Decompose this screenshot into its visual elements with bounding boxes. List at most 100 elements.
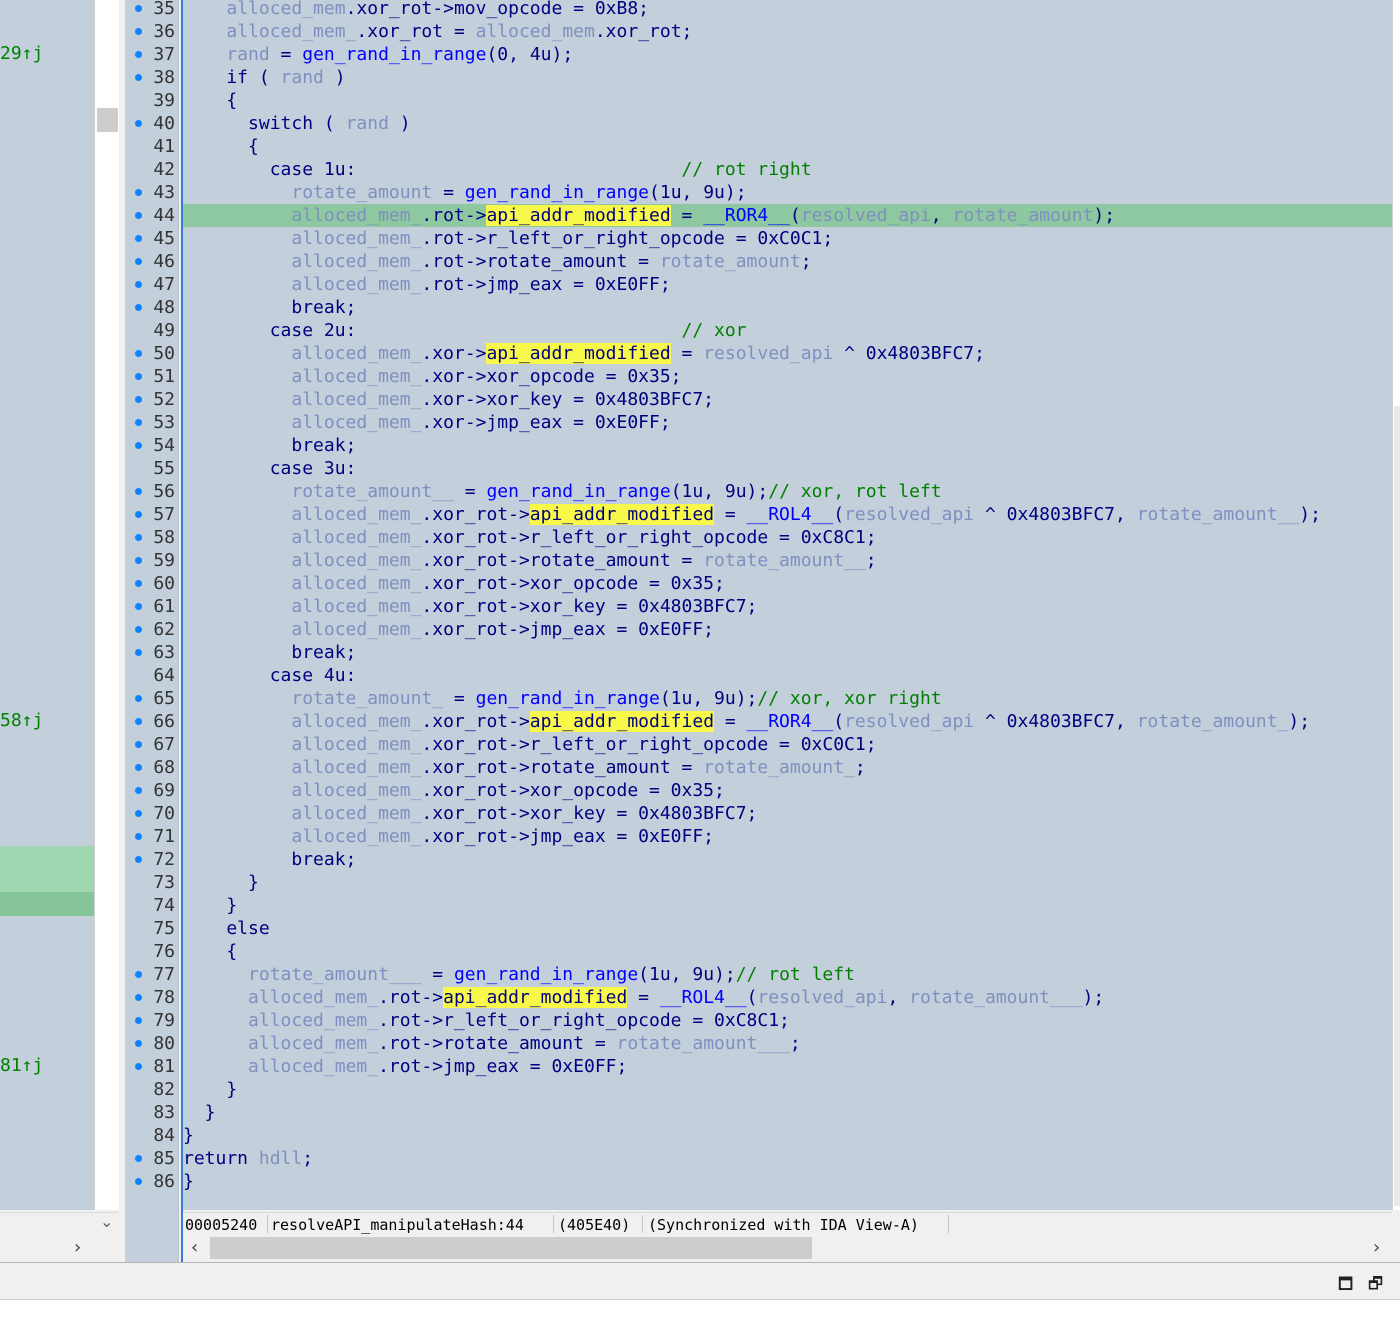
- code-line[interactable]: rotate_amount_ = gen_rand_in_range(1u, 9…: [183, 687, 1392, 710]
- breakpoint-dot-icon[interactable]: [135, 304, 142, 311]
- current-code-line[interactable]: alloced_mem_.rot->api_addr_modified = __…: [183, 204, 1392, 227]
- code-line[interactable]: break;: [183, 434, 1392, 457]
- variable-token[interactable]: rand: [226, 44, 269, 65]
- code-line[interactable]: alloced_mem_.xor_rot->r_left_or_right_op…: [183, 526, 1392, 549]
- code-line[interactable]: alloced_mem_.rot->jmp_eax = 0xE0FF;: [183, 273, 1392, 296]
- breakpoint-dot-icon[interactable]: [135, 1155, 142, 1162]
- variable-token[interactable]: rand: [281, 67, 324, 88]
- variable-token[interactable]: alloced_mem_: [248, 987, 378, 1008]
- variable-token[interactable]: resolved_api: [703, 343, 833, 364]
- chevron-right-icon[interactable]: ›: [1373, 1237, 1380, 1258]
- variable-token[interactable]: resolved_api: [801, 205, 931, 226]
- code-line[interactable]: case 3u:: [183, 457, 1392, 480]
- highlighted-identifier[interactable]: api_addr_modified: [486, 205, 671, 226]
- code-line[interactable]: alloced_mem_.xor_rot->xor_key = 0x4803BF…: [183, 802, 1392, 825]
- code-line[interactable]: case 4u:: [183, 664, 1392, 687]
- breakpoint-dot-icon[interactable]: [135, 74, 142, 81]
- variable-token[interactable]: alloced_mem_: [291, 550, 421, 571]
- xref-label[interactable]: 29↑j: [0, 43, 43, 64]
- code-line[interactable]: {: [183, 89, 1392, 112]
- variable-token[interactable]: alloced_mem: [226, 0, 345, 19]
- variable-token[interactable]: rotate_amount_: [291, 688, 443, 709]
- function-token[interactable]: __ROL4__: [660, 987, 747, 1008]
- variable-token[interactable]: rotate_amount___: [617, 1033, 790, 1054]
- breakpoint-dot-icon[interactable]: [135, 396, 142, 403]
- variable-token[interactable]: rotate_amount___: [248, 964, 421, 985]
- function-token[interactable]: __ROR4__: [747, 711, 834, 732]
- breakpoint-dot-icon[interactable]: [135, 212, 142, 219]
- code-line[interactable]: alloced_mem_.rot->jmp_eax = 0xE0FF;: [183, 1055, 1392, 1078]
- variable-token[interactable]: alloced_mem_: [291, 826, 421, 847]
- breakpoint-dot-icon[interactable]: [135, 28, 142, 35]
- code-line[interactable]: break;: [183, 848, 1392, 871]
- code-line[interactable]: rand = gen_rand_in_range(0, 4u);: [183, 43, 1392, 66]
- output-window-area[interactable]: [0, 1299, 1400, 1325]
- highlighted-identifier[interactable]: api_addr_modified: [529, 711, 715, 732]
- variable-token[interactable]: alloced_mem_: [248, 1033, 378, 1054]
- breakpoint-dot-icon[interactable]: [135, 1063, 142, 1070]
- variable-token[interactable]: alloced_mem_: [291, 205, 421, 226]
- code-line[interactable]: alloced_mem_.xor_rot->jmp_eax = 0xE0FF;: [183, 825, 1392, 848]
- breakpoint-dot-icon[interactable]: [135, 120, 142, 127]
- breakpoint-dot-icon[interactable]: [135, 281, 142, 288]
- function-token[interactable]: gen_rand_in_range: [486, 481, 670, 502]
- pseudocode-view[interactable]: alloced_mem.xor_rot->mov_opcode = 0xB8; …: [183, 0, 1392, 1210]
- variable-token[interactable]: rotate_amount: [291, 182, 432, 203]
- variable-token[interactable]: alloced_mem_: [291, 274, 421, 295]
- code-horizontal-scrollbar[interactable]: ‹ ›: [183, 1236, 1392, 1261]
- code-line[interactable]: rotate_amount___ = gen_rand_in_range(1u,…: [183, 963, 1392, 986]
- code-line[interactable]: {: [183, 135, 1392, 158]
- variable-token[interactable]: alloced_mem_: [226, 21, 356, 42]
- breakpoint-dot-icon[interactable]: [135, 1017, 142, 1024]
- breakpoint-dot-icon[interactable]: [135, 718, 142, 725]
- code-line[interactable]: alloced_mem_.rot->api_addr_modified = __…: [183, 986, 1392, 1009]
- code-line[interactable]: rotate_amount__ = gen_rand_in_range(1u, …: [183, 480, 1392, 503]
- function-token[interactable]: gen_rand_in_range: [476, 688, 660, 709]
- code-scrollbar-track[interactable]: [1394, 406, 1400, 1206]
- variable-token[interactable]: rand: [346, 113, 389, 134]
- variable-token[interactable]: rotate_amount___: [909, 987, 1082, 1008]
- variable-token[interactable]: resolved_api: [844, 711, 974, 732]
- variable-token[interactable]: alloced_mem_: [291, 596, 421, 617]
- breakpoint-dot-icon[interactable]: [135, 51, 142, 58]
- code-line[interactable]: alloced_mem_.xor_rot->xor_opcode = 0x35;: [183, 779, 1392, 802]
- variable-token[interactable]: rotate_amount: [660, 251, 801, 272]
- code-line[interactable]: alloced_mem_.rot->r_left_or_right_opcode…: [183, 227, 1392, 250]
- breakpoint-dot-icon[interactable]: [135, 649, 142, 656]
- code-line[interactable]: alloced_mem_.xor_rot->jmp_eax = 0xE0FF;: [183, 618, 1392, 641]
- code-line[interactable]: alloced_mem_.xor->jmp_eax = 0xE0FF;: [183, 411, 1392, 434]
- variable-token[interactable]: rotate_amount__: [291, 481, 454, 502]
- code-line[interactable]: rotate_amount = gen_rand_in_range(1u, 9u…: [183, 181, 1392, 204]
- variable-token[interactable]: resolved_api: [844, 504, 974, 525]
- code-line[interactable]: alloced_mem_.xor_rot->api_addr_modified …: [183, 710, 1392, 733]
- code-line[interactable]: alloced_mem_.xor->api_addr_modified = re…: [183, 342, 1392, 365]
- code-line[interactable]: if ( rand ): [183, 66, 1392, 89]
- function-token[interactable]: gen_rand_in_range: [454, 964, 638, 985]
- code-line[interactable]: alloced_mem_.rot->rotate_amount = rotate…: [183, 1032, 1392, 1055]
- code-line[interactable]: case 2u: // xor: [183, 319, 1392, 342]
- code-line[interactable]: }: [183, 871, 1392, 894]
- code-line[interactable]: alloced_mem_.xor->xor_key = 0x4803BFC7;: [183, 388, 1392, 411]
- function-token[interactable]: __ROR4__: [703, 205, 790, 226]
- window-maximize-icon[interactable]: 🗖: [1338, 1273, 1353, 1300]
- variable-token[interactable]: rotate_amount_: [1137, 711, 1289, 732]
- breakpoint-dot-icon[interactable]: [135, 189, 142, 196]
- variable-token[interactable]: alloced_mem_: [291, 803, 421, 824]
- chevron-down-icon[interactable]: ⌄: [100, 1212, 113, 1231]
- code-line[interactable]: alloced_mem_.rot->rotate_amount = rotate…: [183, 250, 1392, 273]
- breakpoint-dot-icon[interactable]: [135, 764, 142, 771]
- variable-token[interactable]: alloced_mem_: [291, 412, 421, 433]
- breakpoint-dot-icon[interactable]: [135, 557, 142, 564]
- code-vertical-scrollbar[interactable]: [1392, 0, 1400, 1210]
- left-scrollbar-thumb[interactable]: [97, 108, 118, 132]
- variable-token[interactable]: alloced_mem_: [248, 1056, 378, 1077]
- code-line[interactable]: case 1u: // rot right: [183, 158, 1392, 181]
- code-line[interactable]: alloced_mem_.rot->r_left_or_right_opcode…: [183, 1009, 1392, 1032]
- function-token[interactable]: __ROL4__: [747, 504, 834, 525]
- variable-token[interactable]: alloced_mem_: [291, 343, 421, 364]
- breakpoint-dot-icon[interactable]: [135, 626, 142, 633]
- breakpoint-dot-icon[interactable]: [135, 534, 142, 541]
- code-line[interactable]: alloced_mem_.xor_rot->xor_key = 0x4803BF…: [183, 595, 1392, 618]
- variable-token[interactable]: alloced_mem_: [291, 757, 421, 778]
- hscroll-thumb[interactable]: [210, 1237, 812, 1259]
